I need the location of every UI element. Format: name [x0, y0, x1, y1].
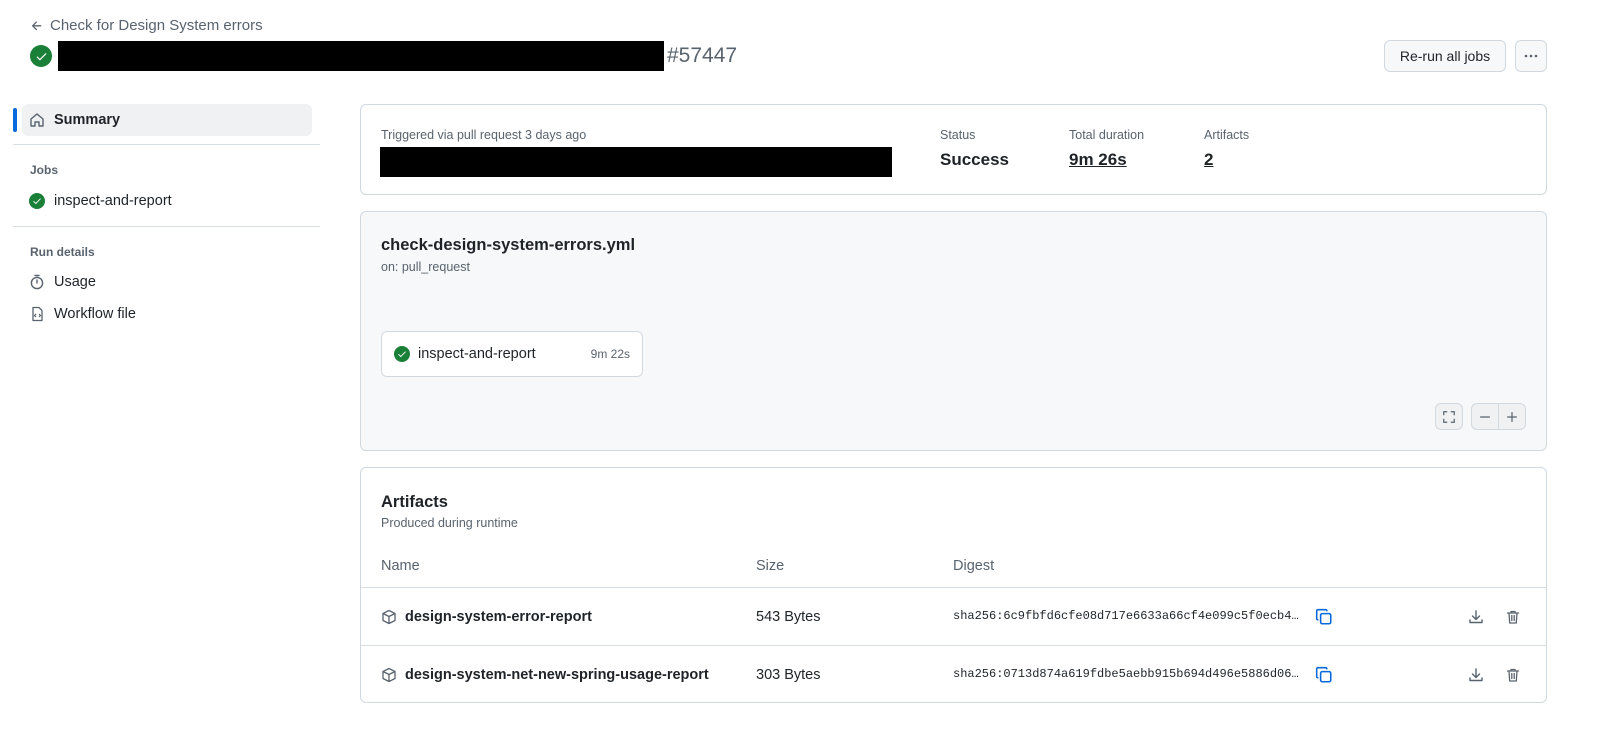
job-name: inspect-and-report — [418, 346, 536, 362]
active-indicator — [13, 108, 17, 132]
rerun-all-jobs-button[interactable]: Re-run all jobs — [1384, 40, 1506, 72]
job-duration: 9m 22s — [590, 347, 630, 361]
delete-button[interactable] — [1505, 646, 1521, 703]
workflow-file-name: check-design-system-errors.yml — [381, 236, 636, 254]
workflow-graph-panel: check-design-system-errors.yml on: pull_… — [360, 211, 1547, 451]
sidebar-item-label: Summary — [54, 112, 121, 128]
sidebar-item-label: Usage — [54, 274, 96, 290]
sidebar-item-job[interactable]: inspect-and-report — [29, 192, 172, 210]
table-row: design-system-error-report 543 Bytes sha… — [361, 588, 1546, 645]
run-summary-panel: Triggered via pull request 3 days ago St… — [360, 104, 1547, 195]
check-circle-icon — [30, 45, 52, 67]
status-stat: Status Success — [940, 128, 1009, 170]
artifacts-panel: Artifacts Produced during runtime Name S… — [360, 467, 1547, 703]
home-icon — [29, 112, 45, 128]
sidebar-divider — [13, 144, 320, 145]
back-link-label: Check for Design System errors — [50, 17, 263, 34]
duration-stat: Total duration 9m 26s — [1069, 128, 1144, 170]
file-code-icon — [29, 306, 45, 322]
sidebar-item-label: inspect-and-report — [54, 193, 172, 209]
artifacts-label: Artifacts — [1204, 128, 1250, 142]
download-button[interactable] — [1468, 588, 1484, 645]
copy-digest-button[interactable] — [1315, 588, 1333, 645]
artifacts-subtitle: Produced during runtime — [381, 516, 518, 530]
download-button[interactable] — [1468, 646, 1484, 703]
artifact-digest: sha256:0713d874a619fdbe5aebb915b694d496e… — [953, 667, 1299, 681]
artifacts-count-link[interactable]: 2 — [1204, 150, 1249, 170]
more-options-button[interactable] — [1515, 40, 1547, 72]
copy-icon — [1315, 608, 1333, 626]
trash-icon — [1505, 667, 1521, 683]
sidebar-item-label: Workflow file — [54, 306, 136, 322]
artifact-size: 543 Bytes — [756, 608, 821, 625]
zoom-in-button[interactable] — [1498, 403, 1526, 430]
copy-digest-button[interactable] — [1315, 646, 1333, 703]
jobs-heading: Jobs — [30, 163, 59, 177]
status-label: Status — [940, 128, 976, 142]
download-icon — [1468, 667, 1484, 683]
artifact-name-link[interactable]: design-system-net-new-spring-usage-repor… — [381, 646, 709, 703]
artifact-size: 303 Bytes — [756, 666, 821, 683]
delete-button[interactable] — [1505, 588, 1521, 645]
sidebar-item-usage[interactable]: Usage — [29, 273, 96, 291]
redacted-commit — [380, 147, 892, 177]
artifact-name-link[interactable]: design-system-error-report — [381, 588, 592, 645]
page-title: #57447 — [30, 41, 737, 71]
fullscreen-button[interactable] — [1435, 403, 1463, 430]
job-card[interactable]: inspect-and-report 9m 22s — [381, 331, 643, 377]
artifact-name: design-system-error-report — [405, 608, 592, 625]
run-details-heading: Run details — [30, 245, 95, 259]
duration-link[interactable]: 9m 26s — [1069, 150, 1144, 170]
artifacts-title: Artifacts — [381, 493, 448, 511]
download-icon — [1468, 609, 1484, 625]
trash-icon — [1505, 609, 1521, 625]
check-circle-icon — [29, 193, 45, 209]
column-header-size: Size — [756, 558, 785, 574]
run-number: #57447 — [667, 44, 738, 67]
copy-icon — [1315, 666, 1333, 684]
status-value: Success — [940, 150, 1009, 169]
screen-full-icon — [1442, 410, 1456, 424]
trigger-text: Triggered via pull request 3 days ago — [381, 128, 587, 142]
kebab-horizontal-icon — [1523, 48, 1539, 64]
redacted-run-title — [58, 41, 664, 71]
workflow-trigger: on: pull_request — [381, 260, 470, 274]
column-header-name: Name — [381, 558, 420, 574]
artifact-digest: sha256:6c9fbfd6cfe08d717e6633a66cf4e099c… — [953, 609, 1299, 623]
zoom-out-button[interactable] — [1471, 403, 1499, 430]
arrow-left-icon — [30, 19, 44, 33]
plus-icon — [1505, 410, 1519, 424]
package-icon — [381, 667, 397, 683]
column-header-digest: Digest — [953, 558, 995, 574]
sidebar-item-workflow-file[interactable]: Workflow file — [29, 305, 136, 323]
artifact-name: design-system-net-new-spring-usage-repor… — [405, 666, 709, 683]
back-link[interactable]: Check for Design System errors — [30, 17, 263, 34]
duration-label: Total duration — [1069, 128, 1145, 142]
package-icon — [381, 609, 397, 625]
check-circle-icon — [394, 346, 410, 362]
table-row: design-system-net-new-spring-usage-repor… — [361, 646, 1546, 703]
artifacts-stat: Artifacts 2 — [1204, 128, 1249, 170]
sidebar-divider — [13, 226, 320, 227]
dash-icon — [1478, 410, 1492, 424]
stopwatch-icon — [29, 274, 45, 290]
sidebar-item-summary[interactable]: Summary — [22, 104, 312, 136]
